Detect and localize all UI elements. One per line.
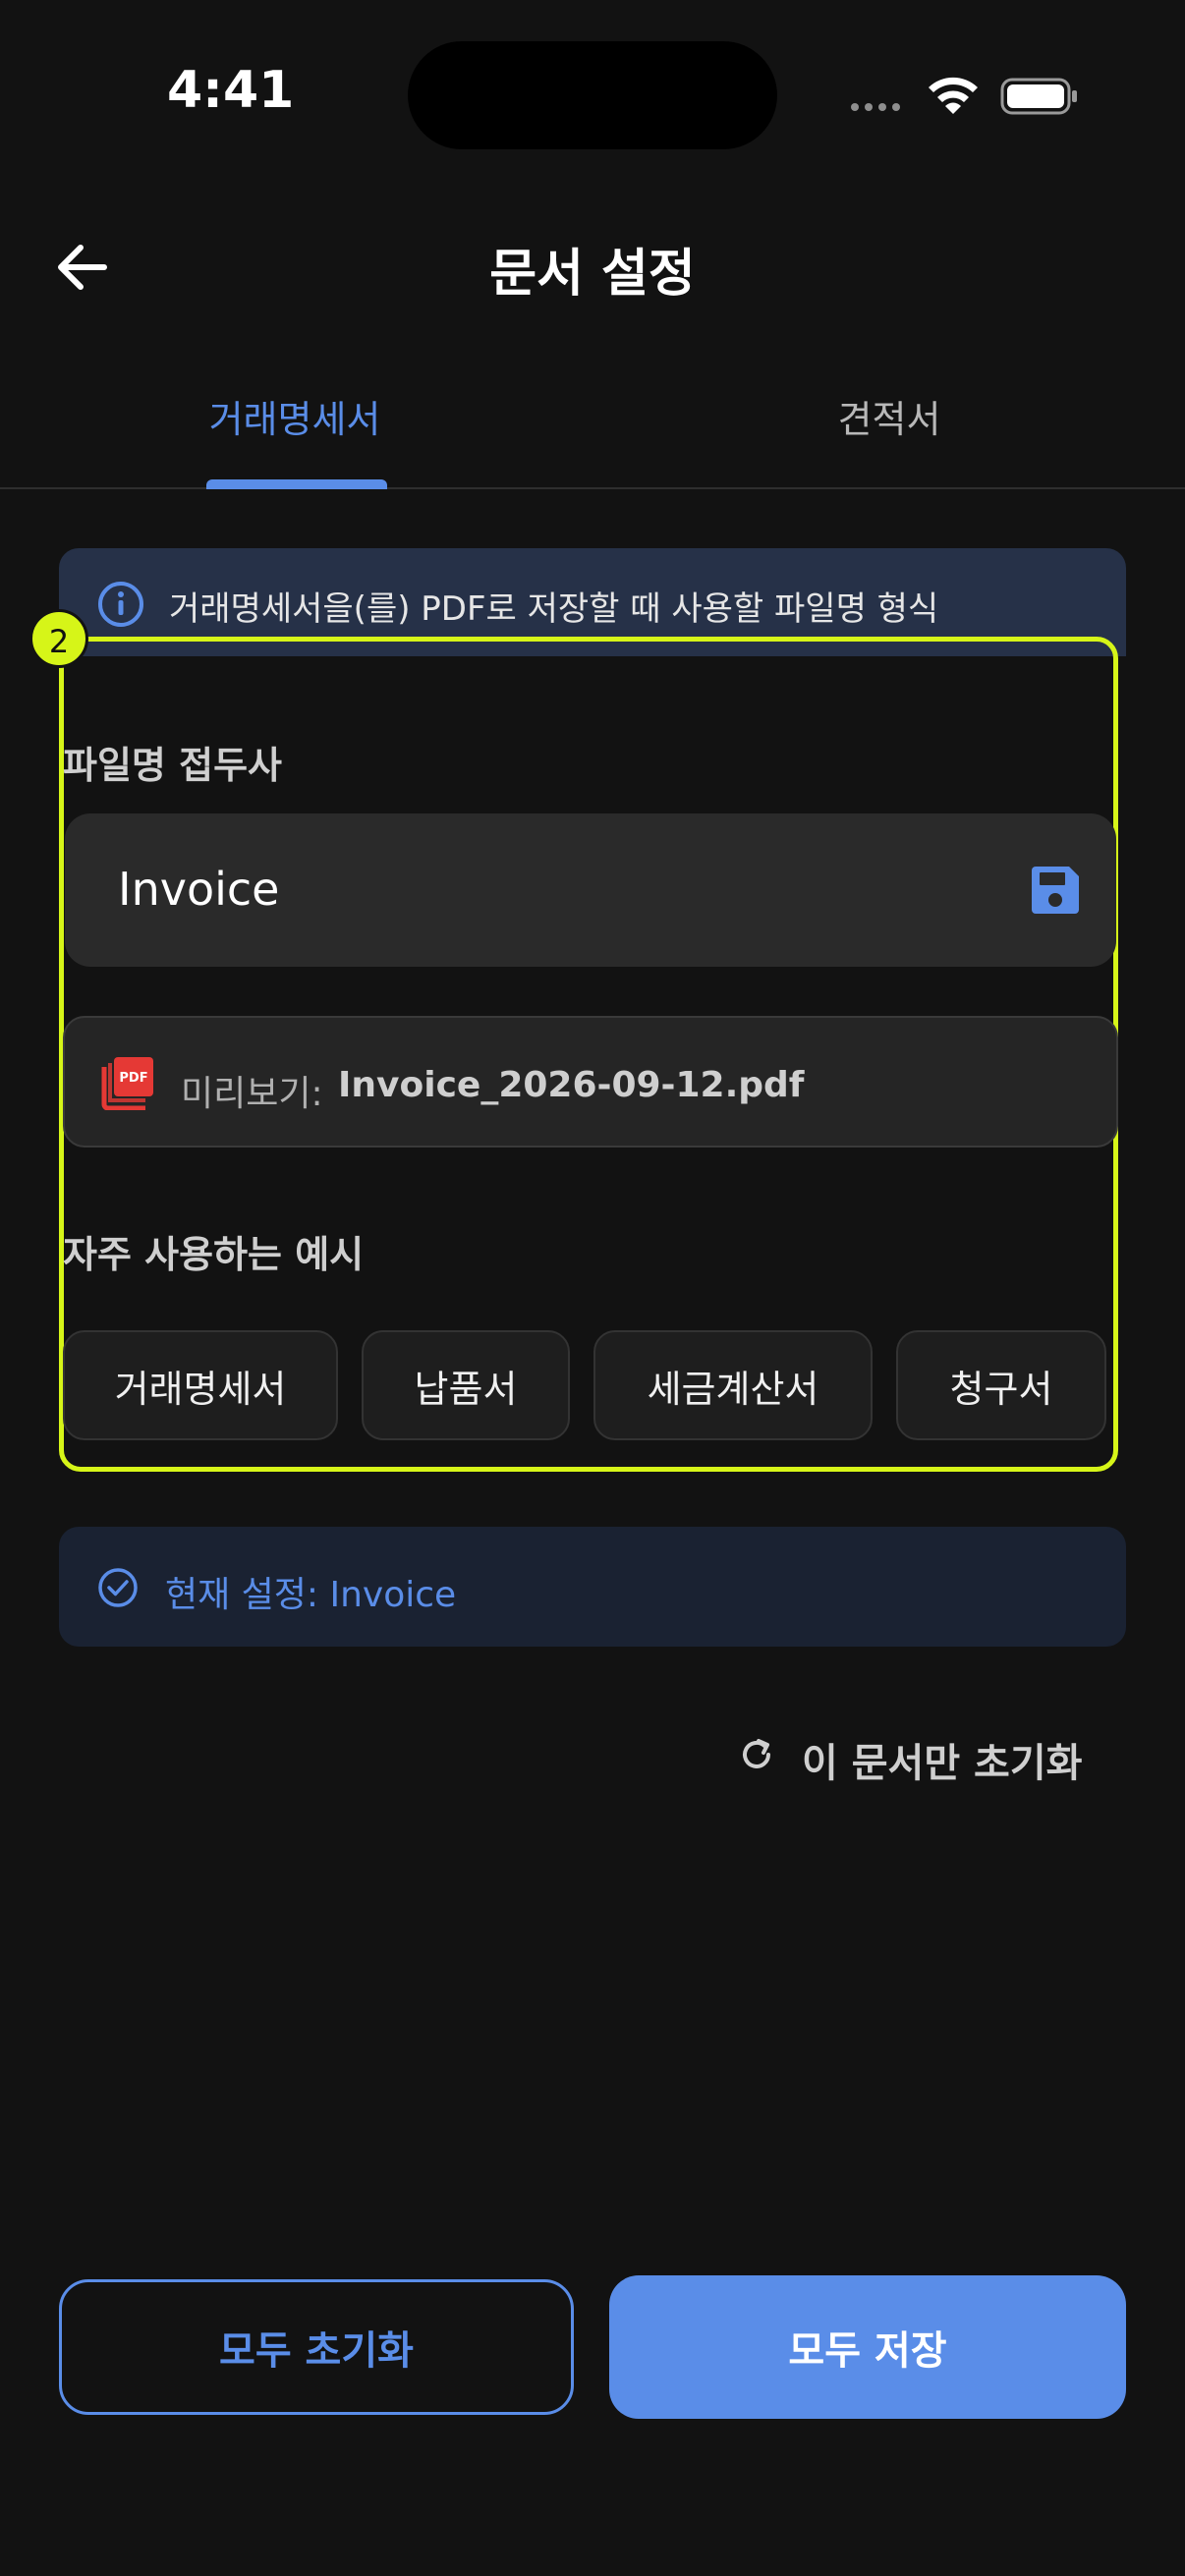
examples-label: 자주 사용하는 예시 — [63, 1233, 365, 1276]
check-circle-icon — [98, 1568, 138, 1607]
example-chip-transaction-statement[interactable]: 거래명세서 — [63, 1330, 338, 1440]
wifi-icon — [929, 77, 978, 114]
info-icon — [98, 582, 143, 627]
example-chip-tax-invoice[interactable]: 세금계산서 — [593, 1330, 873, 1440]
prefix-input-value[interactable]: Invoice — [118, 863, 279, 916]
cellular-signal-icon — [851, 103, 900, 111]
reset-all-button[interactable]: 모두 초기화 — [59, 2279, 574, 2415]
active-tab-indicator — [206, 479, 387, 489]
example-chip-bill[interactable]: 청구서 — [896, 1330, 1106, 1440]
prefix-label: 파일명 접두사 — [63, 744, 282, 787]
tab-transaction-statement[interactable]: 거래명세서 — [147, 389, 442, 443]
info-banner-text: 거래명세서을(를) PDF로 저장할 때 사용할 파일명 형식 — [169, 589, 939, 629]
highlight-badge: 2 — [29, 609, 88, 668]
pdf-file-icon: PDF — [101, 1057, 153, 1110]
preview-label: 미리보기: — [181, 1074, 323, 1114]
save-icon[interactable] — [1026, 861, 1085, 920]
dynamic-island — [408, 41, 777, 149]
svg-text:PDF: PDF — [119, 1071, 147, 1086]
page-title: 문서 설정 — [489, 245, 696, 304]
battery-icon — [1000, 78, 1077, 115]
refresh-icon[interactable] — [735, 1733, 778, 1776]
status-time: 4:41 — [167, 61, 295, 120]
tab-divider — [0, 487, 1185, 489]
example-chip-delivery-note[interactable]: 납품서 — [362, 1330, 570, 1440]
save-all-button[interactable]: 모두 저장 — [609, 2275, 1126, 2419]
tab-estimate[interactable]: 견적서 — [742, 389, 1037, 443]
reset-document-button[interactable]: 이 문서만 초기화 — [802, 1731, 1082, 1788]
current-setting-text: 현재 설정: Invoice — [165, 1575, 457, 1615]
preview-filename: Invoice_2026-09-12.pdf — [338, 1065, 805, 1105]
